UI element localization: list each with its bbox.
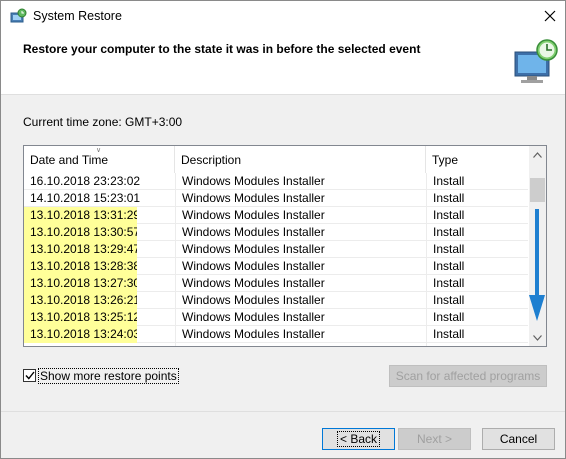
next-button[interactable]: Next > (398, 428, 471, 450)
cell-description: Windows Modules Installer (175, 343, 426, 346)
cell-type: Install (426, 224, 528, 241)
cell-description: Windows Modules Installer (175, 275, 426, 292)
table-row[interactable]: 13.10.2018 13:30:57 Windows Modules Insta… (24, 224, 528, 241)
scan-affected-programs-button[interactable]: Scan for affected programs (389, 365, 547, 387)
cell-type: Install (426, 190, 528, 207)
cell-description: Windows Modules Installer (175, 292, 426, 309)
cell-type: Install (426, 343, 528, 346)
table-row[interactable]: 13.10.2018 13:27:30 Windows Modules Insta… (24, 275, 528, 292)
cell-description: Windows Modules Installer (175, 326, 426, 343)
table-row[interactable]: 13.10.2018 13:31:29 Windows Modules Insta… (24, 207, 528, 224)
footer-divider (1, 411, 565, 412)
checkmark-icon (24, 371, 35, 380)
table-row[interactable]: 16.10.2018 23:23:02 Windows Modules Insta… (24, 173, 528, 190)
cell-type: Install (426, 292, 528, 309)
table-row[interactable]: 13.10.2018 13:25:12 Windows Modules Insta… (24, 309, 528, 326)
cell-type: Install (426, 241, 528, 258)
column-header-description[interactable]: Description (175, 146, 426, 173)
cell-date: 13.10.2018 13:24:03 (24, 326, 137, 343)
cell-date: 13.10.2018 13:28:38 (24, 258, 137, 275)
cell-type: Install (426, 258, 528, 275)
wizard-header: Restore your computer to the state it wa… (1, 32, 565, 95)
cell-type: Install (426, 275, 528, 292)
window-title: System Restore (33, 9, 122, 23)
cell-type: Install (426, 326, 528, 343)
cell-date: 13.10.2018 13:29:47 (24, 241, 137, 258)
column-header-label: Description (181, 153, 242, 167)
cell-description: Windows Modules Installer (175, 224, 426, 241)
cell-description: Windows Modules Installer (175, 241, 426, 258)
cell-description: Windows Modules Installer (175, 207, 426, 224)
system-restore-icon (10, 8, 27, 23)
table-row[interactable]: 14.10.2018 15:23:01 Windows Modules Insta… (24, 190, 528, 207)
cell-description: Windows Modules Installer (175, 258, 426, 275)
table-row[interactable]: 13.10.2018 13:24:03 Windows Modules Insta… (24, 326, 528, 343)
sort-chevron-icon: ∨ (96, 147, 102, 154)
cell-date: 13.10.2018 13:25:12 (24, 309, 137, 326)
cell-date: 13.10.2018 13:22:54 (24, 343, 175, 346)
cell-date: 13.10.2018 13:31:29 (24, 207, 137, 224)
back-button[interactable]: < Back (322, 428, 395, 450)
close-icon (544, 10, 556, 22)
cell-date: 14.10.2018 15:23:01 (30, 191, 141, 205)
cell-date: 13.10.2018 13:30:57 (24, 224, 137, 241)
column-header-label: Date and Time (30, 153, 109, 167)
show-more-label[interactable]: Show more restore points (38, 367, 179, 384)
table-row[interactable]: 13.10.2018 13:28:38 Windows Modules Insta… (24, 258, 528, 275)
cancel-button[interactable]: Cancel (482, 428, 555, 450)
timezone-label: Current time zone: GMT+3:00 (23, 115, 183, 129)
table-header: ∨ Date and Time Description Type (24, 146, 528, 173)
table-row[interactable]: 13.10.2018 13:29:47 Windows Modules Insta… (24, 241, 528, 258)
system-restore-window: System Restore Restore your computer to … (0, 0, 566, 459)
cell-type: Install (426, 309, 528, 326)
show-more-restore-points[interactable]: Show more restore points (23, 367, 179, 384)
cell-date: 16.10.2018 23:23:02 (30, 174, 141, 188)
scroll-up-button[interactable] (529, 146, 546, 163)
table-body: 16.10.2018 23:23:02 Windows Modules Insta… (24, 173, 528, 346)
restore-points-table[interactable]: ∨ Date and Time Description Type 16.10.2… (23, 145, 547, 347)
scroll-thumb[interactable] (530, 178, 545, 202)
back-button-label: < Back (336, 431, 381, 447)
title-bar: System Restore (1, 1, 565, 32)
column-header-type[interactable]: Type (426, 146, 528, 173)
chevron-up-icon (533, 151, 542, 158)
cell-description: Windows Modules Installer (175, 309, 426, 326)
column-header-date[interactable]: ∨ Date and Time (24, 146, 175, 173)
cell-description: Windows Modules Installer (175, 173, 426, 190)
cell-type: Install (426, 173, 528, 190)
page-title: Restore your computer to the state it wa… (23, 42, 421, 56)
cell-type: Install (426, 207, 528, 224)
show-more-checkbox[interactable] (23, 369, 36, 382)
cell-date: 13.10.2018 13:26:21 (24, 292, 137, 309)
table-row[interactable]: 13.10.2018 13:22:54Windows Modules Insta… (24, 343, 528, 346)
table-row[interactable]: 13.10.2018 13:26:21 Windows Modules Insta… (24, 292, 528, 309)
cell-description: Windows Modules Installer (175, 190, 426, 207)
scroll-down-button[interactable] (529, 329, 546, 346)
close-button[interactable] (535, 1, 565, 31)
cell-date: 13.10.2018 13:27:30 (24, 275, 137, 292)
chevron-down-icon (533, 334, 542, 341)
computer-restore-clock-icon (514, 39, 558, 83)
scroll-down-annotation-arrow-icon (529, 209, 545, 321)
column-header-label: Type (432, 153, 459, 167)
